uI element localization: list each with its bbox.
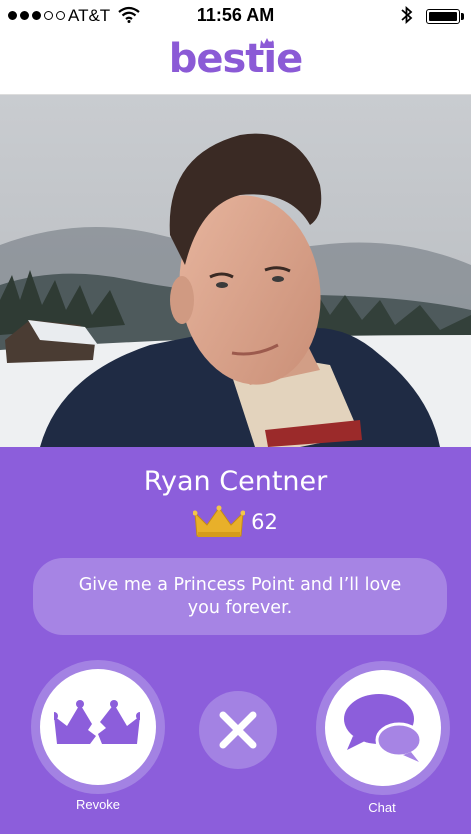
close-icon — [219, 711, 257, 749]
crown-score: 62 — [0, 505, 471, 539]
battery-tip — [461, 13, 464, 20]
broken-crown-icon — [54, 700, 140, 744]
crown-icon — [193, 505, 246, 537]
logo-crown-icon — [260, 38, 274, 48]
chat-label: Chat — [368, 800, 396, 815]
revoke-label: Revoke — [75, 797, 121, 812]
profile-name: Ryan Centner — [143, 466, 328, 497]
app-logo: bestie — [168, 36, 304, 82]
app-header: bestie — [0, 32, 471, 95]
profile-photo[interactable] — [0, 95, 471, 447]
status-bar: AT&T 11:56 AM — [0, 0, 471, 32]
battery-icon — [426, 9, 460, 24]
bluetooth-icon — [400, 5, 414, 30]
profile-bio: Give me a Princess Point and I’ll love y… — [33, 558, 447, 635]
dismiss-button[interactable] — [199, 691, 277, 769]
chat-bubbles-icon — [344, 694, 423, 762]
crown-score-value: 62 — [251, 510, 278, 534]
